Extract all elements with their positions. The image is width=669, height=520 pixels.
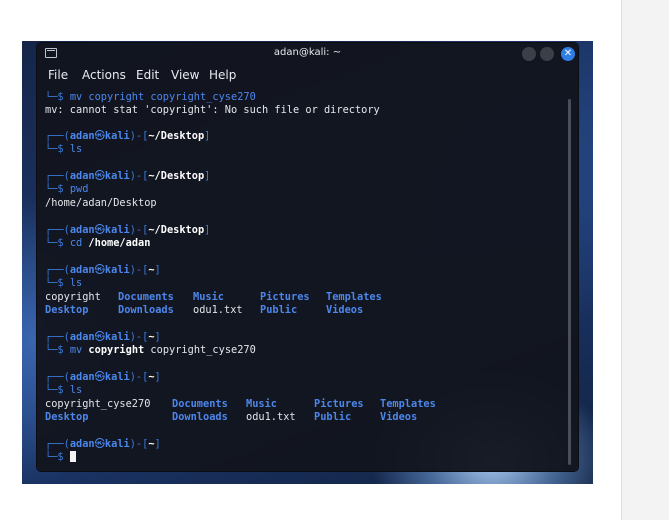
ls-output-row: copyright_cyse270 Documents Music Pictur… [45,398,560,411]
terminal-line: └─$ ls [45,277,83,289]
file-entry: copyright_cyse270 [45,398,151,410]
active-prompt-line[interactable]: └─$ [45,451,76,464]
ls-output-row: Desktop Downloads odu1.txt Public Videos [45,304,560,317]
terminal-line: └─$ ls [45,143,83,155]
prompt-line: ┌──(adan㉿kali)-[~] [45,371,161,383]
terminal-line: └─$ pwd [45,183,89,195]
text-cursor [69,451,76,462]
menu-file[interactable]: File [48,68,68,82]
dir-entry: Music [193,291,224,303]
terminal-output[interactable]: └─$ mv copyright copyright_cyse270 mv: c… [45,91,560,467]
dir-entry: Music [246,398,277,410]
menu-bar: File Actions Edit View Help [37,65,578,87]
dir-entry: Pictures [314,398,364,410]
right-panel [621,0,669,520]
dir-entry: Desktop [45,411,89,423]
ls-output-row: copyright Documents Music Pictures Templ… [45,291,560,304]
dir-entry: Templates [380,398,436,410]
dir-entry: Documents [172,398,228,410]
terminal-line: /home/adan/Desktop [45,197,157,209]
terminal-line: └─$ mv copyright copyright_cyse270 [45,344,256,356]
terminal-line: └─$ cd /home/adan [45,237,151,249]
dir-entry: Documents [118,291,174,303]
ls-output-row: Desktop Downloads odu1.txt Public Videos [45,411,560,424]
dir-entry: Videos [326,304,364,316]
file-entry: odu1.txt [193,304,243,316]
prompt-line: ┌──(adan㉿kali)-[~/Desktop] [45,130,211,142]
prompt-line: ┌──(adan㉿kali)-[~] [45,331,161,343]
menu-help[interactable]: Help [209,68,236,82]
minimize-button[interactable] [522,47,536,61]
title-bar[interactable]: adan@kali: ~ ✕ [37,43,578,65]
scrollbar[interactable] [568,99,571,465]
prompt-line: ┌──(adan㉿kali)-[~] [45,438,161,450]
dir-entry: Videos [380,411,418,423]
file-entry: odu1.txt [246,411,296,423]
dir-entry: Pictures [260,291,310,303]
menu-view[interactable]: View [171,68,199,82]
terminal-line: └─$ mv copyright copyright_cyse270 [45,91,256,103]
dir-entry: Public [314,411,352,423]
prompt-line: ┌──(adan㉿kali)-[~/Desktop] [45,224,211,236]
close-button[interactable]: ✕ [561,47,575,61]
dir-entry: Templates [326,291,382,303]
dir-entry: Public [260,304,298,316]
dir-entry: Desktop [45,304,89,316]
prompt-line: ┌──(adan㉿kali)-[~/Desktop] [45,170,211,182]
terminal-line: mv: cannot stat 'copyright': No such fil… [45,104,380,116]
terminal-window[interactable]: adan@kali: ~ ✕ File Actions Edit View He… [37,43,578,471]
terminal-line: └─$ ls [45,384,83,396]
dir-entry: Downloads [172,411,228,423]
menu-actions[interactable]: Actions [82,68,126,82]
maximize-button[interactable] [540,47,554,61]
file-entry: copyright [45,291,101,303]
window-title: adan@kali: ~ [273,47,342,58]
prompt-line: ┌──(adan㉿kali)-[~] [45,264,161,276]
dir-entry: Downloads [118,304,174,316]
menu-edit[interactable]: Edit [136,68,159,82]
